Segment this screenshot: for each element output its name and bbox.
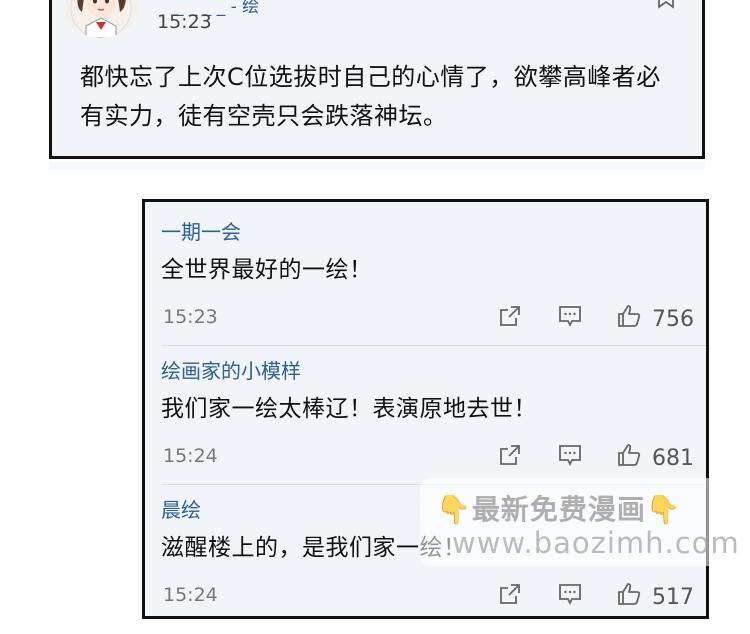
share-button[interactable] <box>498 304 522 328</box>
watermark-url: www.baozimh.com <box>452 526 740 560</box>
bookmark-icon[interactable] <box>657 0 675 9</box>
comment-text: 全世界最好的一绘！ <box>161 257 373 283</box>
comment-item: 一期一会 全世界最好的一绘！ 15:23 756 <box>161 216 694 356</box>
comment-timestamp: 15:23 <box>163 306 218 328</box>
reply-button[interactable] <box>558 304 582 328</box>
share-icon <box>500 306 520 326</box>
comment-divider <box>161 345 706 346</box>
comment-icon <box>559 445 581 467</box>
comment-timestamp: 15:24 <box>163 445 218 467</box>
share-icon <box>500 445 520 465</box>
comment-icon <box>559 306 581 328</box>
comment-username[interactable]: 一期一会 <box>161 216 241 245</box>
comment-text: 我们家一绘太棒辽！表演原地去世！ <box>161 396 537 422</box>
panel-shadow-strip <box>49 162 705 170</box>
reply-button[interactable] <box>558 443 582 467</box>
like-count: 517 <box>652 585 694 610</box>
like-button[interactable] <box>617 443 641 467</box>
watermark-title: 👇最新免费漫画👇 <box>436 493 682 526</box>
comment-username[interactable]: 绘画家的小模样 <box>161 355 301 384</box>
like-count: 681 <box>652 446 694 471</box>
like-count: 756 <box>652 307 694 332</box>
like-button[interactable] <box>617 304 641 328</box>
top-comment-text: 都快忘了上次C位选拔时自己的心情了，欲攀高峰者必有实力，徒有空壳只会跌落神坛。 <box>80 63 661 130</box>
top-timestamp: 15:23 <box>157 11 212 33</box>
thumbs-up-icon <box>618 305 641 327</box>
thumbs-up-icon <box>618 444 641 466</box>
comment-timestamp: 15:24 <box>163 584 218 606</box>
comment-username[interactable]: 晨绘 <box>161 494 201 523</box>
comment-item: 绘画家的小模样 我们家一绘太棒辽！表演原地去世！ 15:24 681 <box>161 355 694 495</box>
share-button[interactable] <box>498 443 522 467</box>
